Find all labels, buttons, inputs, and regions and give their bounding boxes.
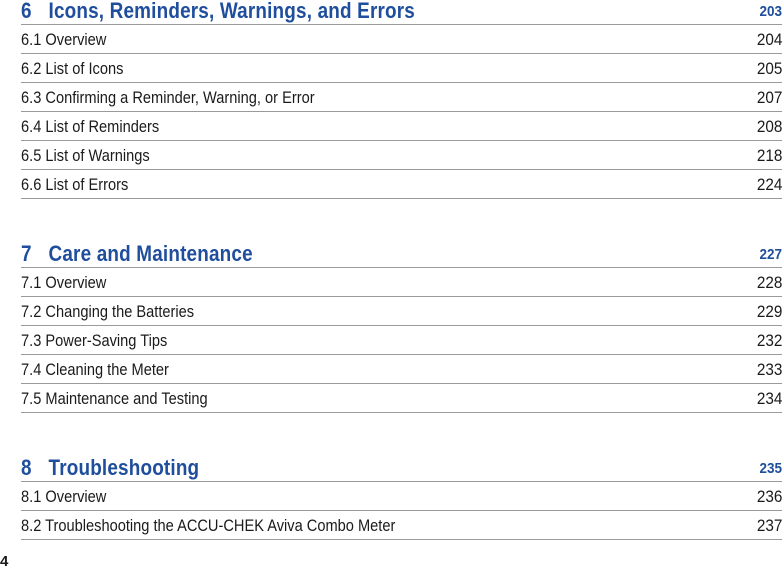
entry-label: 6.5 List of Warnings — [21, 145, 150, 165]
section-number: 7 — [21, 241, 32, 266]
page-folio-number: 4 — [0, 553, 9, 570]
toc-entry[interactable]: 6.1 Overview 204 — [21, 25, 782, 54]
section-number: 6 — [21, 0, 32, 23]
toc-section-7: 7 Care and Maintenance 227 7.1 Overview 22… — [21, 243, 782, 413]
entry-label: 6.6 List of Errors — [21, 174, 129, 194]
entry-label: 8.1 Overview — [21, 486, 107, 506]
entry-page-number: 236 — [756, 486, 782, 506]
entry-label: 7.3 Power-Saving Tips — [21, 330, 168, 350]
entry-page-number: 205 — [756, 58, 782, 78]
entry-page-number: 208 — [756, 116, 782, 136]
entry-page-number: 218 — [756, 145, 782, 165]
entry-page-number: 229 — [756, 301, 782, 321]
section-page-number: 203 — [759, 3, 782, 20]
toc-entry[interactable]: 6.5 List of Warnings 218 — [21, 141, 782, 170]
section-title: Icons, Reminders, Warnings, and Errors — [48, 0, 415, 23]
table-of-contents: 6 Icons, Reminders, Warnings, and Errors … — [21, 0, 782, 540]
entry-page-number: 232 — [756, 330, 782, 350]
toc-entry[interactable]: 6.3 Confirming a Reminder, Warning, or E… — [21, 83, 782, 112]
entry-label: 7.2 Changing the Batteries — [21, 301, 195, 321]
section-title: Troubleshooting — [48, 455, 200, 480]
entry-label: 6.3 Confirming a Reminder, Warning, or E… — [21, 87, 315, 107]
section-page-number: 235 — [759, 460, 782, 477]
toc-entry[interactable]: 6.6 List of Errors 224 — [21, 170, 782, 199]
toc-entry[interactable]: 7.3 Power-Saving Tips 232 — [21, 326, 782, 355]
entry-label: 7.1 Overview — [21, 272, 107, 292]
entry-label: 6.2 List of Icons — [21, 58, 124, 78]
entry-page-number: 234 — [756, 388, 782, 408]
entry-page-number: 207 — [756, 87, 782, 107]
section-page-number: 227 — [759, 246, 782, 263]
entry-label: 8.2 Troubleshooting the ACCU-CHEK Aviva … — [21, 515, 396, 535]
entry-page-number: 237 — [756, 515, 782, 535]
toc-entry[interactable]: 6.4 List of Reminders 208 — [21, 112, 782, 141]
toc-entry[interactable]: 8.1 Overview 236 — [21, 482, 782, 511]
toc-entry[interactable]: 7.1 Overview 228 — [21, 268, 782, 297]
entry-page-number: 228 — [756, 272, 782, 292]
section-number: 8 — [21, 455, 32, 480]
toc-section-8: 8 Troubleshooting 235 8.1 Overview 236 8.2… — [21, 457, 782, 540]
entry-label: 6.4 List of Reminders — [21, 116, 160, 136]
entry-label: 6.1 Overview — [21, 29, 107, 49]
entry-page-number: 204 — [756, 29, 782, 49]
entry-label: 7.4 Cleaning the Meter — [21, 359, 169, 379]
section-heading[interactable]: 8 Troubleshooting 235 — [21, 457, 782, 482]
entry-page-number: 224 — [756, 174, 782, 194]
section-heading[interactable]: 7 Care and Maintenance 227 — [21, 243, 782, 268]
entry-page-number: 233 — [756, 359, 782, 379]
toc-section-6: 6 Icons, Reminders, Warnings, and Errors … — [21, 0, 782, 199]
toc-entry[interactable]: 7.2 Changing the Batteries 229 — [21, 297, 782, 326]
entry-label: 7.5 Maintenance and Testing — [21, 388, 208, 408]
toc-entry[interactable]: 7.5 Maintenance and Testing 234 — [21, 384, 782, 413]
toc-entry[interactable]: 7.4 Cleaning the Meter 233 — [21, 355, 782, 384]
toc-entry[interactable]: 6.2 List of Icons 205 — [21, 54, 782, 83]
section-title: Care and Maintenance — [48, 241, 253, 266]
section-heading[interactable]: 6 Icons, Reminders, Warnings, and Errors … — [21, 0, 782, 25]
toc-entry[interactable]: 8.2 Troubleshooting the ACCU-CHEK Aviva … — [21, 511, 782, 540]
